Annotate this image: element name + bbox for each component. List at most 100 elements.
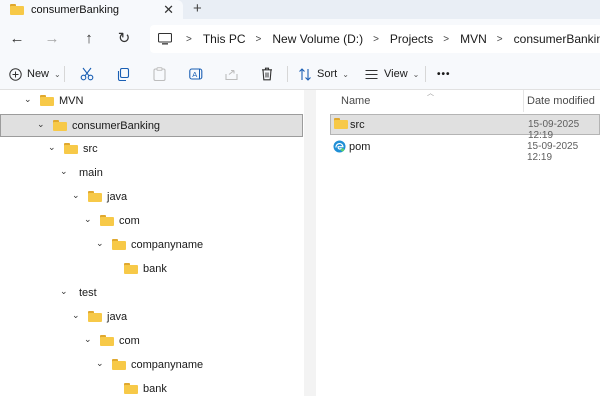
tree-item-label: java (107, 311, 128, 323)
back-button[interactable]: ← (7, 28, 27, 48)
view-label: View (384, 68, 408, 80)
chevron-down-icon[interactable]: ⌄ (37, 119, 45, 130)
tree-item-label: main (79, 167, 103, 179)
tree-item-consumerbanking[interactable]: ⌄ consumerBanking (0, 114, 303, 137)
chevron-right-icon[interactable]: > (497, 34, 503, 45)
sort-ascending-icon: ︿ (427, 90, 434, 97)
cut-button[interactable] (80, 65, 94, 83)
rename-button[interactable]: A (189, 65, 204, 83)
chevron-down-icon: ⌄ (412, 69, 420, 79)
chevron-down-icon[interactable]: ⌄ (84, 214, 92, 225)
chevron-right-icon: > (186, 33, 192, 45)
more-options-button[interactable]: ••• (437, 65, 451, 83)
rename-icon: A (189, 68, 203, 80)
navigation-pane: ⌄ MVN ⌄ consumerBanking ⌄ src ⌄ main ⌄ java ⌄ com ⌄ c… (0, 90, 304, 396)
chevron-right-icon[interactable]: > (256, 34, 262, 45)
new-label: New (27, 68, 50, 80)
chevron-down-icon[interactable]: ⌄ (96, 358, 104, 369)
up-button[interactable]: ↑ (79, 28, 99, 48)
forward-button[interactable]: → (42, 28, 62, 48)
divider (425, 66, 426, 82)
chevron-right-icon[interactable]: > (443, 34, 449, 45)
copy-button[interactable] (117, 65, 130, 83)
refresh-button[interactable]: ↻ (114, 28, 134, 48)
tree-item-label: companyname (131, 239, 204, 251)
tab-consumerbanking[interactable]: consumerBanking ✕ (0, 0, 183, 19)
tree-item-label: companyname (131, 359, 204, 371)
navigation-bar: ← → ↑ ↻ > This PC > New Volume (D:) > Pr… (0, 19, 600, 59)
folder-icon (88, 191, 102, 202)
share-button[interactable] (225, 65, 239, 83)
edge-icon (333, 140, 346, 153)
tree-item-companyname[interactable]: ⌄ companyname (0, 234, 303, 257)
breadcrumb-projects[interactable]: Projects (390, 32, 433, 46)
folder-icon (88, 311, 102, 322)
new-button[interactable]: New ⌄ (9, 65, 61, 83)
clipboard-icon (153, 67, 166, 81)
sort-button[interactable]: Sort ⌄ (298, 65, 349, 83)
chevron-down-icon[interactable]: ⌄ (60, 166, 68, 177)
tree-item-label: test (79, 287, 97, 299)
file-row-src[interactable]: src 15-09-2025 12:19 (330, 114, 600, 141)
pane-splitter[interactable] (304, 90, 316, 396)
tree-item-mvn[interactable]: ⌄ MVN (0, 90, 303, 113)
folder-icon (53, 120, 67, 131)
breadcrumb-consumerbanking[interactable]: consumerBanking (514, 32, 600, 46)
svg-text:A: A (192, 70, 197, 79)
tree-item-label: com (119, 335, 140, 347)
chevron-down-icon[interactable]: ⌄ (96, 238, 104, 249)
tab-title: consumerBanking (31, 3, 120, 16)
breadcrumb-mvn[interactable]: MVN (460, 32, 487, 46)
view-button[interactable]: View ⌄ (365, 65, 419, 83)
chevron-down-icon[interactable]: ⌄ (84, 334, 92, 345)
column-divider[interactable] (523, 90, 524, 112)
tree-item-java[interactable]: ⌄ java (0, 186, 303, 209)
chevron-down-icon[interactable]: ⌄ (60, 286, 68, 297)
breadcrumb-this-pc[interactable]: This PC (203, 32, 246, 46)
monitor-icon (158, 33, 172, 45)
chevron-right-icon[interactable]: > (373, 34, 379, 45)
chevron-down-icon[interactable]: ⌄ (72, 310, 80, 321)
paste-button[interactable] (153, 65, 166, 83)
breadcrumb-new-volume[interactable]: New Volume (D:) (272, 32, 363, 46)
scissors-icon (80, 67, 94, 81)
folder-icon (124, 383, 138, 394)
tree-item-test[interactable]: ⌄ test (0, 282, 303, 305)
sort-icon (299, 67, 311, 81)
copy-icon (117, 67, 130, 81)
new-tab-button[interactable]: + (193, 0, 202, 17)
trash-icon (262, 67, 272, 81)
folder-icon (334, 118, 348, 129)
column-header-date-modified[interactable]: Date modified (527, 95, 595, 107)
tree-item-src[interactable]: ⌄ src (0, 138, 303, 161)
folder-icon (124, 263, 138, 274)
tree-item-java[interactable]: ⌄ java (0, 306, 303, 329)
folder-icon (64, 143, 78, 154)
divider (64, 66, 65, 82)
chevron-down-icon: ⌄ (342, 69, 349, 79)
add-circle-icon (9, 67, 22, 81)
tree-item-com[interactable]: ⌄ com (0, 210, 303, 233)
tree-item-bank[interactable]: bank (0, 258, 303, 281)
folder-icon (10, 4, 24, 15)
file-date-modified: 15-09-2025 12:19 (527, 141, 579, 163)
file-row-pom[interactable]: pom 15-09-2025 12:19 (330, 137, 600, 163)
address-bar[interactable]: > This PC > New Volume (D:) > Projects >… (150, 25, 600, 53)
tree-item-com[interactable]: ⌄ com (0, 330, 303, 353)
tab-bar: consumerBanking ✕ + (0, 0, 600, 19)
tree-item-label: bank (143, 383, 167, 395)
list-view-icon (365, 69, 378, 79)
chevron-down-icon[interactable]: ⌄ (72, 190, 80, 201)
chevron-down-icon[interactable]: ⌄ (24, 94, 32, 105)
file-list: ︿ Name Date modified src 15-09-2025 12:19… (316, 90, 600, 396)
delete-button[interactable] (261, 65, 273, 83)
tree-item-bank[interactable]: bank (0, 378, 303, 396)
tree-item-main[interactable]: ⌄ main (0, 162, 303, 185)
column-header-name[interactable]: Name (341, 95, 370, 107)
tree-item-label: com (119, 215, 140, 227)
tree-item-companyname[interactable]: ⌄ companyname (0, 354, 303, 377)
chevron-down-icon[interactable]: ⌄ (48, 142, 56, 153)
close-tab-button[interactable]: ✕ (163, 2, 174, 18)
tree-item-label: java (107, 191, 128, 203)
tree-item-label: src (83, 143, 98, 155)
